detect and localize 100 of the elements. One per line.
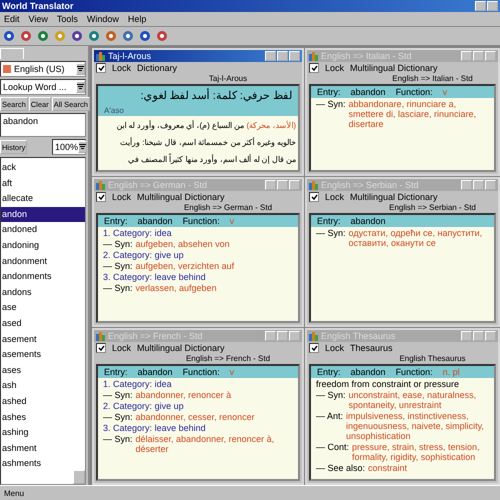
dictionary-type: Multilingual Dictionary — [350, 192, 438, 202]
close-button[interactable] — [289, 180, 300, 190]
toolbar-icon[interactable] — [88, 30, 100, 42]
scroll-button[interactable] — [73, 470, 85, 484]
lock-checkbox[interactable] — [96, 192, 106, 202]
toolbar-icon[interactable] — [139, 30, 151, 42]
menu-item[interactable]: Window — [86, 14, 119, 24]
minimize-button[interactable] — [475, 1, 486, 11]
dictionary-name: English => Italian - Std — [392, 74, 473, 83]
toolbar-icon[interactable] — [156, 30, 168, 42]
dictionary-name: English => German - Std — [184, 203, 272, 212]
menu-item[interactable]: Help — [128, 14, 146, 24]
maximize-button[interactable] — [277, 180, 288, 190]
close-button[interactable] — [485, 51, 496, 61]
word-item[interactable]: andonments — [1, 269, 85, 285]
function-label: Function: — [396, 367, 433, 377]
function-value: v — [442, 87, 448, 97]
zoom-dropdown[interactable]: 100% — [52, 139, 86, 155]
relation-label: — Syn: — [316, 99, 346, 111]
minimize-button[interactable] — [265, 51, 276, 61]
minimize-button[interactable] — [265, 331, 276, 341]
entry-label: Entry: — [104, 367, 128, 377]
relation-label: — Cont: — [316, 442, 350, 454]
toolbar-icon[interactable] — [122, 30, 134, 42]
maximize-button[interactable] — [277, 331, 288, 341]
minimize-button[interactable] — [461, 331, 472, 341]
word-item[interactable]: ased — [1, 316, 85, 332]
toolbar-icon[interactable] — [37, 30, 49, 42]
language-dropdown[interactable]: English (US) — [0, 61, 86, 77]
word-item[interactable]: asements — [1, 347, 85, 363]
word-item[interactable]: ash — [1, 378, 85, 394]
synonym-list: abandonner, renoncer à — [136, 390, 232, 400]
lock-checkbox[interactable] — [96, 343, 106, 353]
dictionary-name: English => French - Std — [186, 354, 270, 363]
word-item[interactable]: ashing — [1, 425, 85, 441]
word-item[interactable]: andonment — [1, 254, 85, 270]
relation-label: — Syn: — [103, 434, 133, 446]
word-item[interactable]: andoning — [1, 238, 85, 254]
synonym-list: aufgeben, absehen von — [136, 239, 230, 249]
lock-checkbox[interactable] — [309, 192, 319, 202]
lock-checkbox[interactable] — [309, 343, 319, 353]
dictionary-type: Dictionary — [137, 63, 178, 73]
synonym-list: abbandonare, rinunciare a, smettere di, lasciare, rinunciare, disertare — [348, 99, 489, 129]
word-item[interactable]: ase — [1, 300, 85, 316]
app-icon — [96, 52, 105, 60]
word-item[interactable]: ashed — [1, 394, 85, 410]
function-label: Function: — [396, 87, 433, 97]
entry-label: Entry: — [317, 216, 341, 226]
toolbar-icon[interactable] — [3, 30, 15, 42]
word-item[interactable]: ashment — [1, 440, 85, 456]
menu-item[interactable]: View — [28, 14, 48, 24]
minimize-button[interactable] — [265, 180, 276, 190]
word-item[interactable]: asement — [1, 332, 85, 348]
maximize-button[interactable] — [277, 51, 288, 61]
entry-word: abandon — [138, 367, 173, 377]
close-button[interactable] — [289, 51, 300, 61]
toolbar-icon[interactable] — [20, 30, 32, 42]
entry-label: Entry: — [317, 367, 341, 377]
close-button[interactable] — [485, 180, 496, 190]
maximize-button[interactable] — [473, 180, 484, 190]
relation-label: — Ant: — [316, 411, 344, 423]
maximize-button[interactable] — [487, 1, 498, 11]
category-line: 1. Category: idea — [103, 228, 173, 238]
word-item[interactable]: andons — [1, 284, 85, 300]
close-button[interactable] — [289, 331, 300, 341]
synonym-list: abandonner, cesser, renoncer — [136, 412, 255, 422]
lock-checkbox[interactable] — [309, 63, 319, 73]
lock-checkbox[interactable] — [96, 63, 106, 73]
word-item[interactable]: ashes — [1, 410, 85, 426]
entry-word: abandon — [138, 216, 173, 226]
word-item[interactable]: ashments — [1, 456, 85, 472]
dictionary-type: Thesaurus — [350, 343, 393, 353]
entry-label: Entry: — [104, 216, 128, 226]
maximize-button[interactable] — [473, 51, 484, 61]
close-button[interactable] — [485, 331, 496, 341]
synonym-list: aufgeben, verzichten auf — [136, 261, 234, 271]
menu-item[interactable]: Tools — [56, 14, 78, 24]
lookup-dropdown[interactable]: Lookup Word ... — [0, 79, 86, 95]
toolbar-icon[interactable] — [71, 30, 83, 42]
category-line: 3. Category: leave behind — [103, 423, 207, 433]
relation-label: — Syn: — [103, 239, 133, 249]
panel-tab[interactable] — [0, 48, 24, 59]
word-item[interactable]: andon — [1, 206, 85, 222]
category-line: 2. Category: give up — [103, 250, 185, 260]
window-title: Taj-l-Arous — [108, 51, 152, 61]
word-item[interactable]: ack — [1, 160, 85, 176]
toolbar-icon[interactable] — [105, 30, 117, 42]
word-item[interactable]: ases — [1, 362, 85, 378]
minimize-button[interactable] — [461, 180, 472, 190]
dictionary-name: English Thesaurus — [399, 354, 466, 363]
word-item[interactable]: allecate — [1, 191, 85, 207]
definition-line: من قال إن له ألف اسم، وأورد منها كثيراً المصنف في — [128, 153, 296, 166]
entry-word: abandon — [350, 216, 386, 226]
word-item[interactable]: andoned — [1, 222, 85, 238]
word-item[interactable]: aft — [1, 176, 85, 192]
maximize-button[interactable] — [473, 331, 484, 341]
relation-label: — Syn: — [103, 390, 133, 400]
menu-item[interactable]: Edit — [4, 14, 20, 24]
word-field[interactable]: abandon — [0, 113, 86, 137]
minimize-button[interactable] — [461, 51, 472, 61]
